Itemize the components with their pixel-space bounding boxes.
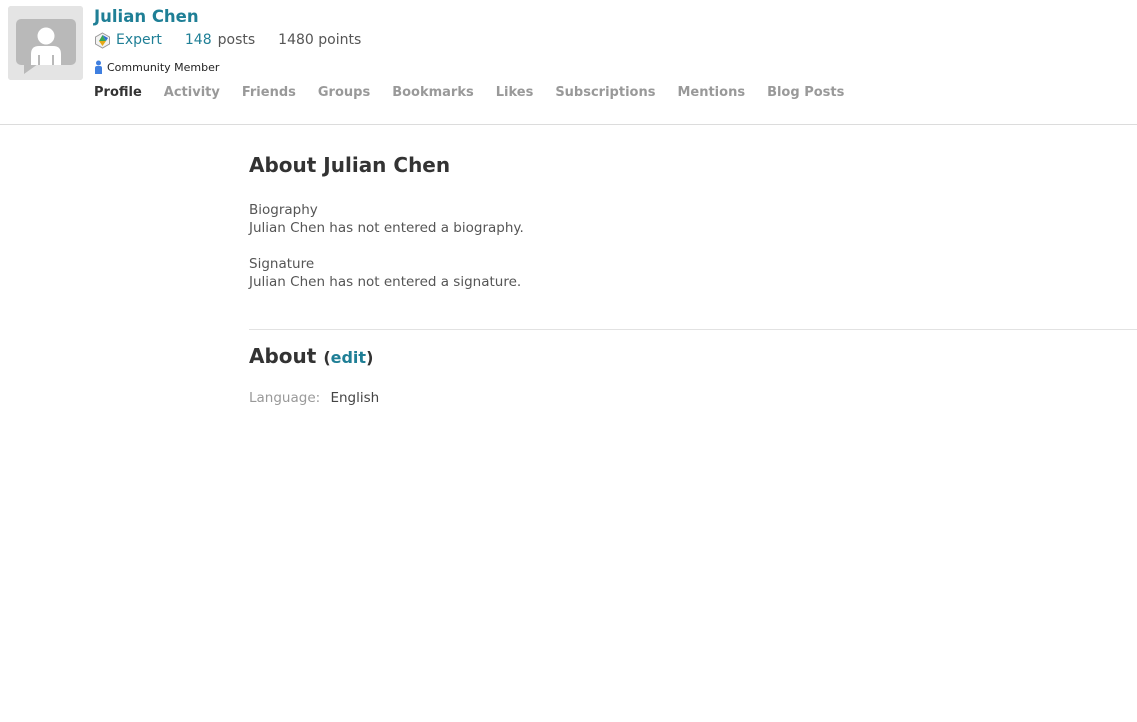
- tab-mentions[interactable]: Mentions: [677, 85, 745, 100]
- signature-section: Signature Julian Chen has not entered a …: [249, 255, 1137, 291]
- page-title: About Julian Chen: [249, 153, 451, 177]
- language-row: Language: English: [249, 390, 1137, 406]
- member-type: Community Member: [94, 59, 219, 75]
- tab-bookmarks[interactable]: Bookmarks: [392, 85, 474, 100]
- member-type-label: Community Member: [107, 60, 220, 74]
- biography-section: Biography Julian Chen has not entered a …: [249, 201, 1137, 237]
- profile-tabs: Profile Activity Friends Groups Bookmark…: [94, 85, 866, 100]
- tab-subscriptions[interactable]: Subscriptions: [555, 85, 655, 100]
- user-meta: Expert 148 posts 1480 points: [94, 31, 361, 49]
- profile-header: Julian Chen Expert 148 posts 1480 points…: [0, 0, 1137, 125]
- tab-blog-posts[interactable]: Blog Posts: [767, 85, 844, 100]
- edit-link[interactable]: edit: [331, 348, 366, 367]
- tab-likes[interactable]: Likes: [496, 85, 534, 100]
- biography-value: Julian Chen has not entered a biography.: [249, 220, 524, 236]
- about-heading: About: [249, 344, 317, 368]
- default-user-avatar-icon: [8, 6, 83, 80]
- tab-groups[interactable]: Groups: [318, 85, 370, 100]
- posts-count[interactable]: 148: [185, 32, 212, 48]
- signature-label: Signature: [249, 256, 315, 272]
- posts-word: posts: [217, 32, 256, 48]
- community-member-icon: [94, 60, 103, 74]
- tab-activity[interactable]: Activity: [164, 85, 220, 100]
- avatar[interactable]: [8, 6, 83, 80]
- main-content: About Julian Chen Biography Julian Chen …: [249, 125, 1137, 406]
- tab-friends[interactable]: Friends: [242, 85, 296, 100]
- points-count: 1480 points: [278, 32, 362, 48]
- rank-label[interactable]: Expert: [116, 32, 162, 48]
- user-name[interactable]: Julian Chen: [94, 7, 199, 26]
- language-label: Language:: [249, 390, 321, 406]
- signature-value: Julian Chen has not entered a signature.: [249, 274, 522, 290]
- about-section-title: About (edit): [249, 344, 374, 368]
- expert-rank-icon: [94, 31, 111, 49]
- language-value: English: [330, 390, 380, 406]
- section-divider: [249, 329, 1137, 330]
- biography-label: Biography: [249, 202, 318, 218]
- tab-profile[interactable]: Profile: [94, 85, 142, 100]
